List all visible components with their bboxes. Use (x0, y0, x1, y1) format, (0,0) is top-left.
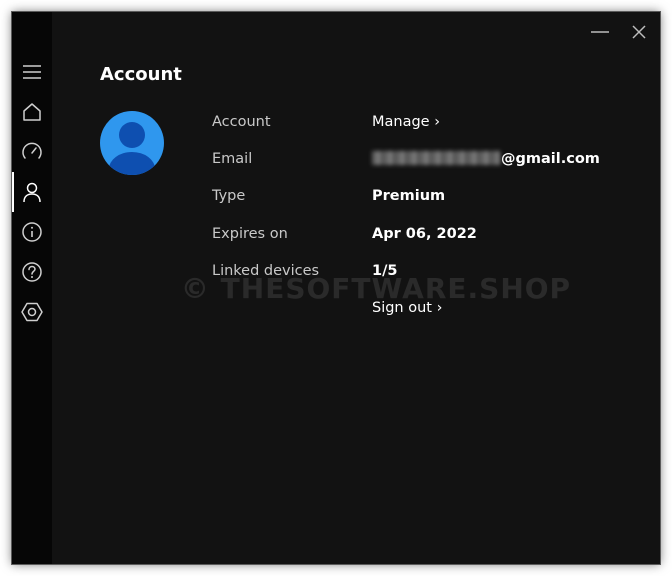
info-icon[interactable] (12, 212, 52, 252)
email-value: @gmail.com (372, 151, 600, 167)
email-label: Email (212, 151, 253, 167)
home-icon[interactable] (12, 92, 52, 132)
app-window: Account Account Manage › Email @gmail.co… (12, 12, 660, 564)
expires-label: Expires on (212, 226, 288, 242)
manage-link[interactable]: Manage › (372, 114, 440, 130)
hamburger-menu-icon[interactable] (12, 52, 52, 92)
minimize-icon[interactable] (588, 22, 612, 42)
sidebar (12, 12, 52, 564)
expires-value: Apr 06, 2022 (372, 226, 477, 242)
sign-out-link[interactable]: Sign out › (372, 300, 442, 316)
settings-hexagon-icon[interactable] (12, 292, 52, 332)
watermark: © THESOFTWARE.SHOP (180, 272, 572, 305)
page-title: Account (100, 64, 182, 85)
type-value: Premium (372, 188, 446, 204)
email-domain: @gmail.com (501, 151, 600, 167)
speedometer-icon[interactable] (12, 132, 52, 172)
account-label: Account (212, 114, 271, 130)
email-redaction (372, 151, 500, 165)
close-icon[interactable] (627, 22, 651, 42)
linked-devices-value: 1/5 (372, 263, 398, 279)
help-icon[interactable] (12, 252, 52, 292)
avatar (100, 111, 164, 179)
person-icon[interactable] (12, 172, 52, 212)
linked-devices-label: Linked devices (212, 263, 320, 279)
type-label: Type (212, 188, 246, 204)
